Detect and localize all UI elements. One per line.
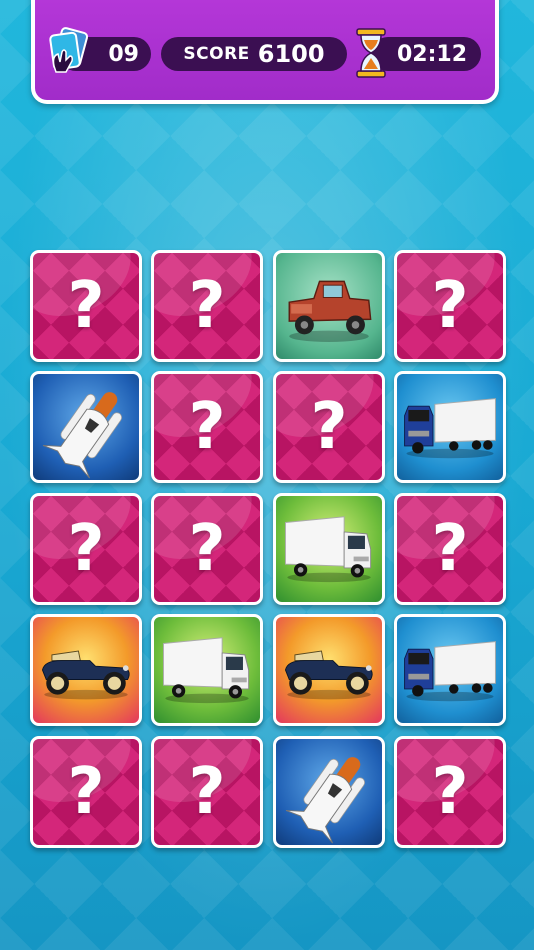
- card-hidden-9[interactable]: ?: [30, 493, 142, 605]
- card-hidden-1[interactable]: ?: [30, 250, 142, 362]
- question-mark-icon: ?: [188, 269, 226, 343]
- semi-truck-icon: [397, 374, 503, 480]
- question-mark-icon: ?: [67, 512, 105, 586]
- box-truck-icon: [154, 617, 260, 723]
- pickup-truck-icon: [276, 253, 382, 359]
- vintage-car-icon: [276, 617, 382, 723]
- score-label: SCORE: [183, 44, 250, 64]
- card-revealed-16[interactable]: [394, 614, 506, 726]
- moves-value: 09: [108, 41, 139, 67]
- question-mark-icon: ?: [188, 512, 226, 586]
- card-hidden-2[interactable]: ?: [151, 250, 263, 362]
- card-hidden-12[interactable]: ?: [394, 493, 506, 605]
- score-value: 6100: [257, 40, 325, 68]
- card-revealed-19[interactable]: [273, 736, 385, 848]
- card-hidden-7[interactable]: ?: [273, 371, 385, 483]
- card-hidden-4[interactable]: ?: [394, 250, 506, 362]
- box-truck-icon: [276, 496, 382, 602]
- card-hidden-10[interactable]: ?: [151, 493, 263, 605]
- question-mark-icon: ?: [188, 755, 226, 829]
- card-revealed-3[interactable]: [273, 250, 385, 362]
- card-hidden-17[interactable]: ?: [30, 736, 142, 848]
- question-mark-icon: ?: [188, 390, 226, 464]
- timer-value: 02:12: [396, 41, 467, 67]
- question-mark-icon: ?: [67, 755, 105, 829]
- card-revealed-15[interactable]: [273, 614, 385, 726]
- question-mark-icon: ?: [67, 269, 105, 343]
- question-mark-icon: ?: [431, 755, 469, 829]
- card-revealed-8[interactable]: [394, 371, 506, 483]
- card-revealed-14[interactable]: [151, 614, 263, 726]
- card-hidden-20[interactable]: ?: [394, 736, 506, 848]
- card-revealed-5[interactable]: [30, 371, 142, 483]
- card-hidden-18[interactable]: ?: [151, 736, 263, 848]
- question-mark-icon: ?: [431, 512, 469, 586]
- card-hidden-6[interactable]: ?: [151, 371, 263, 483]
- question-mark-icon: ?: [310, 390, 348, 464]
- space-shuttle-icon: [33, 374, 139, 480]
- question-mark-icon: ?: [431, 269, 469, 343]
- cards-tap-icon: [49, 27, 89, 73]
- semi-truck-icon: [397, 617, 503, 723]
- hourglass-icon: [356, 28, 386, 78]
- score-display: SCORE 6100: [161, 37, 347, 71]
- vintage-car-icon: [33, 617, 139, 723]
- space-shuttle-icon: [276, 739, 382, 845]
- card-revealed-11[interactable]: [273, 493, 385, 605]
- card-revealed-13[interactable]: [30, 614, 142, 726]
